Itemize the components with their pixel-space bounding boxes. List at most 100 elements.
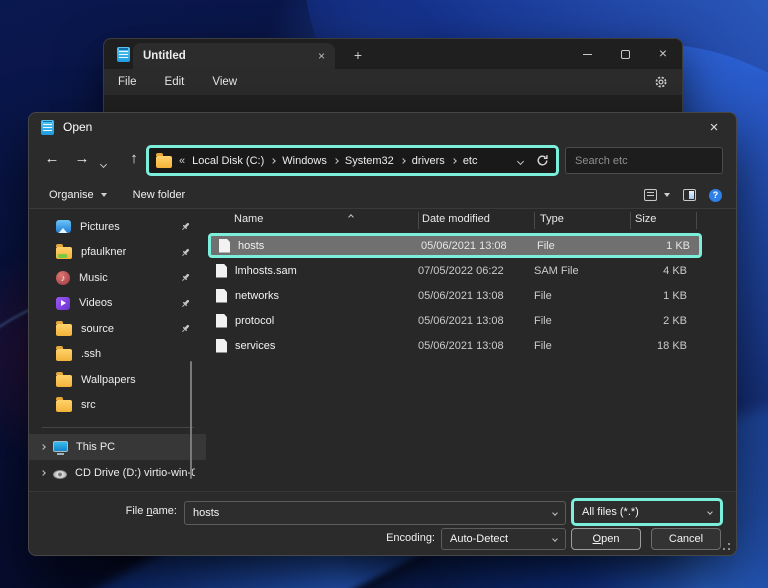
address-dropdown-button[interactable] <box>516 155 525 167</box>
maximize-button[interactable] <box>606 39 644 69</box>
file-type: SAM File <box>534 264 579 277</box>
column-divider[interactable] <box>534 212 535 229</box>
column-header-date-modified[interactable]: Date modified <box>422 213 490 225</box>
resize-grip[interactable] <box>728 548 730 550</box>
sidebar-scrollbar[interactable] <box>190 361 192 479</box>
sidebar-item-music[interactable]: Music <box>29 265 206 291</box>
pin-icon <box>182 299 190 307</box>
file-icon <box>216 313 227 328</box>
caret-down-icon <box>664 193 670 197</box>
search-input[interactable] <box>575 154 717 167</box>
folder-icon <box>56 397 72 413</box>
column-header-name[interactable]: Name <box>234 213 263 225</box>
folder-icon <box>56 346 72 362</box>
folder-icon <box>156 152 172 168</box>
file-row-services[interactable]: services 05/06/2021 13:08 File 18 KB <box>208 333 702 358</box>
sidebar-item-label: src <box>81 399 96 412</box>
sidebar-item-src[interactable]: src <box>29 393 206 419</box>
file-row-networks[interactable]: networks 05/06/2021 13:08 File 1 KB <box>208 283 702 308</box>
organise-button[interactable]: Organise <box>49 189 107 201</box>
navigation-bar: Local Disk (C:) Windows System32 drivers… <box>29 141 736 181</box>
expand-chevron-icon[interactable] <box>40 470 46 476</box>
videos-icon <box>56 296 70 310</box>
column-header-size[interactable]: Size <box>635 213 656 225</box>
breadcrumb-segment[interactable]: System32 <box>345 155 394 167</box>
search-box <box>565 147 723 174</box>
sidebar-item-pictures[interactable]: Pictures <box>29 214 206 240</box>
sidebar-item-pfaulkner[interactable]: pfaulkner <box>29 240 206 266</box>
preview-pane-button[interactable] <box>683 189 696 201</box>
sidebar-item-ssh[interactable]: .ssh <box>29 342 206 368</box>
open-button[interactable]: Open <box>571 528 641 550</box>
dialog-close-button[interactable] <box>692 113 736 141</box>
expand-chevron-icon[interactable] <box>40 444 46 450</box>
sidebar-item-label: CD Drive (D:) virtio-win-0 <box>75 467 195 479</box>
file-date: 05/06/2021 13:08 <box>418 314 504 327</box>
breadcrumb-overflow-icon[interactable] <box>179 155 185 167</box>
file-size: 1 KB <box>663 289 687 302</box>
new-tab-button[interactable] <box>346 44 370 66</box>
column-divider[interactable] <box>418 212 419 229</box>
chevron-down-icon <box>516 157 525 165</box>
breadcrumb-segment[interactable]: Local Disk (C:) <box>192 155 264 167</box>
breadcrumb-segment[interactable]: etc <box>463 155 478 167</box>
sidebar-item-source[interactable]: source <box>29 316 206 342</box>
file-type-value: All files (*.*) <box>582 506 639 518</box>
file-name-combo <box>184 501 566 525</box>
tab-close-icon[interactable] <box>318 47 325 65</box>
file-rows: hosts 05/06/2021 13:08 File 1 KB lmhosts… <box>208 233 736 358</box>
file-size: 18 KB <box>657 339 687 352</box>
address-bar[interactable]: Local Disk (C:) Windows System32 drivers… <box>146 145 559 176</box>
back-button[interactable] <box>41 150 63 167</box>
column-divider[interactable] <box>696 212 697 229</box>
file-row-hosts[interactable]: hosts 05/06/2021 13:08 File 1 KB <box>208 233 702 258</box>
breadcrumb-segment[interactable]: Windows <box>282 155 327 167</box>
change-view-button[interactable] <box>644 189 670 201</box>
computer-icon <box>53 440 68 455</box>
close-button[interactable] <box>644 39 682 69</box>
file-date: 05/06/2021 13:08 <box>421 239 507 252</box>
minimize-button[interactable] <box>568 39 606 69</box>
cancel-button[interactable]: Cancel <box>651 528 721 550</box>
new-folder-button[interactable]: New folder <box>133 189 186 201</box>
pin-icon <box>182 248 190 256</box>
notepad-tab-bar: Untitled <box>104 39 682 69</box>
window-controls <box>568 39 682 69</box>
file-name: services <box>235 339 276 352</box>
pin-icon <box>182 273 190 281</box>
column-header-type[interactable]: Type <box>540 213 564 225</box>
sidebar-item-videos[interactable]: Videos <box>29 291 206 317</box>
toolbar-view-controls <box>644 181 722 209</box>
file-row-lmhosts[interactable]: lmhosts.sam 07/05/2022 06:22 SAM File 4 … <box>208 258 702 283</box>
menu-view[interactable]: View <box>212 76 237 88</box>
recent-locations-button[interactable] <box>99 158 108 170</box>
chevron-down-icon <box>99 160 108 169</box>
menu-file[interactable]: File <box>118 76 137 88</box>
notepad-tab-untitled[interactable]: Untitled <box>133 43 335 69</box>
file-type: File <box>537 239 555 252</box>
breadcrumb-segment[interactable]: drivers <box>412 155 445 167</box>
encoding-select[interactable]: Auto-Detect <box>441 528 566 550</box>
file-type-select[interactable]: All files (*.*) <box>571 498 723 526</box>
sidebar-item-label: pfaulkner <box>81 246 127 259</box>
caret-down-icon <box>100 192 107 197</box>
sidebar-item-cd-drive[interactable]: CD Drive (D:) virtio-win-0 <box>29 460 206 486</box>
refresh-icon[interactable] <box>536 154 549 167</box>
sidebar-item-this-pc[interactable]: This PC <box>29 434 206 460</box>
file-name-input[interactable] <box>193 507 547 519</box>
file-row-protocol[interactable]: protocol 05/06/2021 13:08 File 2 KB <box>208 308 702 333</box>
sidebar-item-wallpapers[interactable]: Wallpapers <box>29 367 206 393</box>
forward-button[interactable] <box>71 150 93 167</box>
up-button[interactable] <box>123 150 145 167</box>
cd-drive-icon <box>53 469 67 479</box>
help-button[interactable] <box>709 188 722 202</box>
column-headers: Name Date modified Type Size <box>206 209 736 231</box>
dialog-main-area: Pictures pfaulkner Music Videos source <box>29 209 736 491</box>
file-icon <box>216 338 227 353</box>
file-name: lmhosts.sam <box>235 264 297 277</box>
chevron-down-icon[interactable] <box>552 510 558 516</box>
settings-gear-icon[interactable] <box>654 75 668 89</box>
breadcrumb-separator-icon <box>333 157 339 164</box>
column-divider[interactable] <box>630 212 631 229</box>
menu-edit[interactable]: Edit <box>165 76 185 88</box>
